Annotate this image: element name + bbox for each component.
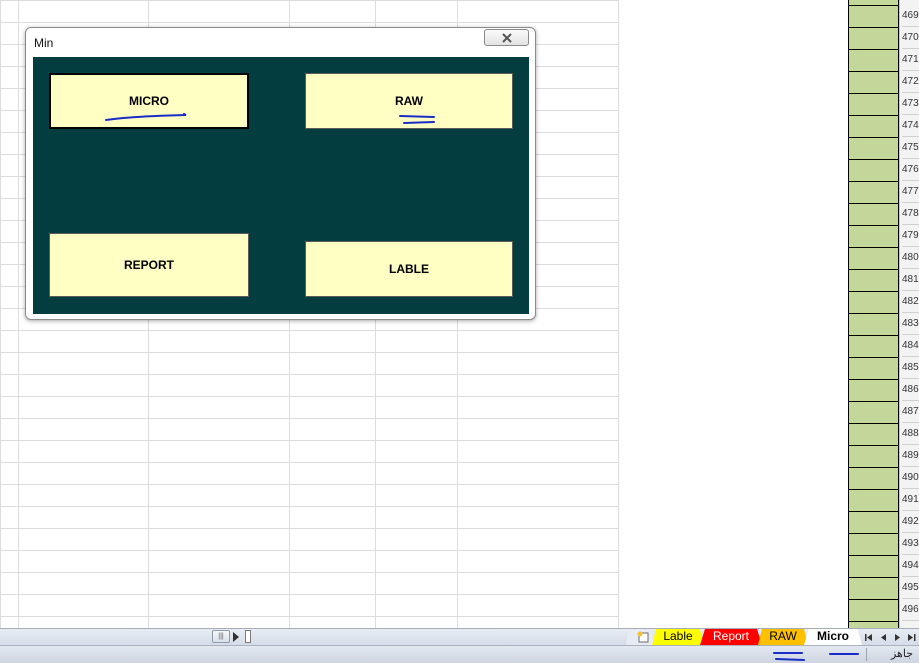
last-sheet-button[interactable] bbox=[907, 631, 917, 643]
report-button-label: REPORT bbox=[123, 258, 174, 272]
sheet-nav-buttons bbox=[862, 630, 919, 644]
sheet-tab-bar: ||| Lable Report RAW Micro bbox=[0, 628, 919, 645]
row-number[interactable]: 491 bbox=[902, 489, 919, 511]
cell-border bbox=[849, 49, 900, 50]
raw-button-label: RAW bbox=[395, 94, 423, 108]
row-number[interactable]: 477 bbox=[902, 181, 919, 203]
cell-border bbox=[849, 313, 900, 314]
row-number[interactable]: 482 bbox=[902, 291, 919, 313]
prev-sheet-icon bbox=[881, 633, 887, 641]
row-number[interactable]: 496 bbox=[902, 599, 919, 621]
underline-scribble-raw bbox=[399, 115, 435, 124]
cell-border bbox=[849, 489, 900, 490]
cell-border bbox=[849, 269, 900, 270]
next-sheet-icon bbox=[894, 633, 900, 641]
first-sheet-button[interactable] bbox=[864, 631, 874, 643]
cell-border bbox=[849, 423, 900, 424]
lable-button[interactable]: LABLE bbox=[305, 241, 513, 297]
row-number[interactable]: 470 bbox=[902, 27, 919, 49]
row-number[interactable]: 494 bbox=[902, 555, 919, 577]
cell-border bbox=[849, 115, 900, 116]
cell-border bbox=[849, 379, 900, 380]
dialog-title: Min bbox=[34, 36, 54, 50]
worksheet-blank-area bbox=[619, 0, 848, 628]
cell-border bbox=[849, 181, 900, 182]
row-header-column[interactable]: 469 470 471 472 473 474 475 476 477 478 479 480 481 4… bbox=[899, 0, 919, 628]
cell-border bbox=[849, 247, 900, 248]
row-number[interactable]: 483 bbox=[902, 313, 919, 335]
last-sheet-icon bbox=[907, 633, 916, 641]
cell-border bbox=[849, 467, 900, 468]
cell-border bbox=[849, 621, 900, 622]
row-number[interactable]: 481 bbox=[902, 269, 919, 291]
split-handle[interactable] bbox=[245, 630, 251, 643]
row-number[interactable]: 493 bbox=[902, 533, 919, 555]
row-number[interactable]: 484 bbox=[902, 335, 919, 357]
cell-border bbox=[849, 291, 900, 292]
micro-button-label: MICRO bbox=[129, 94, 169, 108]
cell-border bbox=[849, 5, 900, 6]
row-number[interactable]: 474 bbox=[902, 115, 919, 137]
row-number[interactable]: 476 bbox=[902, 159, 919, 181]
row-number[interactable]: 472 bbox=[902, 71, 919, 93]
scroll-thumb-icon[interactable]: ||| bbox=[212, 630, 230, 643]
cell-border bbox=[849, 335, 900, 336]
cell-border bbox=[849, 599, 900, 600]
cell-border bbox=[849, 511, 900, 512]
report-button[interactable]: REPORT bbox=[49, 233, 249, 297]
row-number[interactable]: 478 bbox=[902, 203, 919, 225]
cell-border bbox=[849, 203, 900, 204]
cell-border bbox=[849, 357, 900, 358]
row-number[interactable]: 471 bbox=[902, 49, 919, 71]
row-number[interactable]: 479 bbox=[902, 225, 919, 247]
row-number[interactable]: 480 bbox=[902, 247, 919, 269]
status-scribble bbox=[773, 652, 859, 661]
cell-border bbox=[849, 555, 900, 556]
first-sheet-icon bbox=[865, 633, 873, 641]
row-number[interactable]: 489 bbox=[902, 445, 919, 467]
cell-border bbox=[849, 93, 900, 94]
cell-border bbox=[849, 577, 900, 578]
highlighted-column[interactable] bbox=[848, 0, 900, 628]
tab-lable[interactable]: Lable bbox=[652, 629, 704, 645]
close-button[interactable] bbox=[484, 29, 529, 46]
row-number[interactable]: 488 bbox=[902, 423, 919, 445]
row-number[interactable]: 475 bbox=[902, 137, 919, 159]
cell-border bbox=[849, 225, 900, 226]
cell-border bbox=[849, 533, 900, 534]
dialog-panel: MICRO RAW REPORT LABLE bbox=[33, 57, 529, 314]
row-number[interactable]: 486 bbox=[902, 379, 919, 401]
row-number[interactable]: 485 bbox=[902, 357, 919, 379]
insert-sheet-icon bbox=[637, 631, 649, 643]
row-number[interactable]: 495 bbox=[902, 577, 919, 599]
tab-report[interactable]: Report bbox=[700, 629, 762, 645]
prev-sheet-button[interactable] bbox=[878, 631, 888, 643]
row-number[interactable]: 487 bbox=[902, 401, 919, 423]
cell-border bbox=[849, 401, 900, 402]
cell-border bbox=[849, 27, 900, 28]
cell-border bbox=[849, 137, 900, 138]
close-icon bbox=[501, 32, 512, 43]
cell-border bbox=[849, 445, 900, 446]
row-number[interactable]: 492 bbox=[902, 511, 919, 533]
underline-scribble-micro bbox=[105, 113, 187, 121]
lable-button-label: LABLE bbox=[389, 262, 429, 276]
next-sheet-button[interactable] bbox=[893, 631, 903, 643]
status-separator bbox=[866, 648, 867, 661]
horizontal-scrollbar[interactable]: ||| bbox=[212, 630, 252, 644]
column-divider bbox=[18, 0, 19, 628]
insert-sheet-tab[interactable] bbox=[626, 629, 654, 645]
row-number[interactable]: 473 bbox=[902, 93, 919, 115]
cell-border bbox=[849, 159, 900, 160]
scroll-right-arrow-icon[interactable] bbox=[233, 632, 239, 642]
row-number[interactable]: 490 bbox=[902, 467, 919, 489]
tab-micro[interactable]: Micro bbox=[804, 629, 862, 645]
status-ready: جاهز bbox=[890, 648, 913, 660]
cell-border bbox=[849, 71, 900, 72]
min-dialog: Min MICRO RAW REPORT LABLE bbox=[25, 27, 536, 320]
row-number[interactable]: 469 bbox=[902, 5, 919, 27]
tab-raw[interactable]: RAW bbox=[758, 629, 808, 645]
